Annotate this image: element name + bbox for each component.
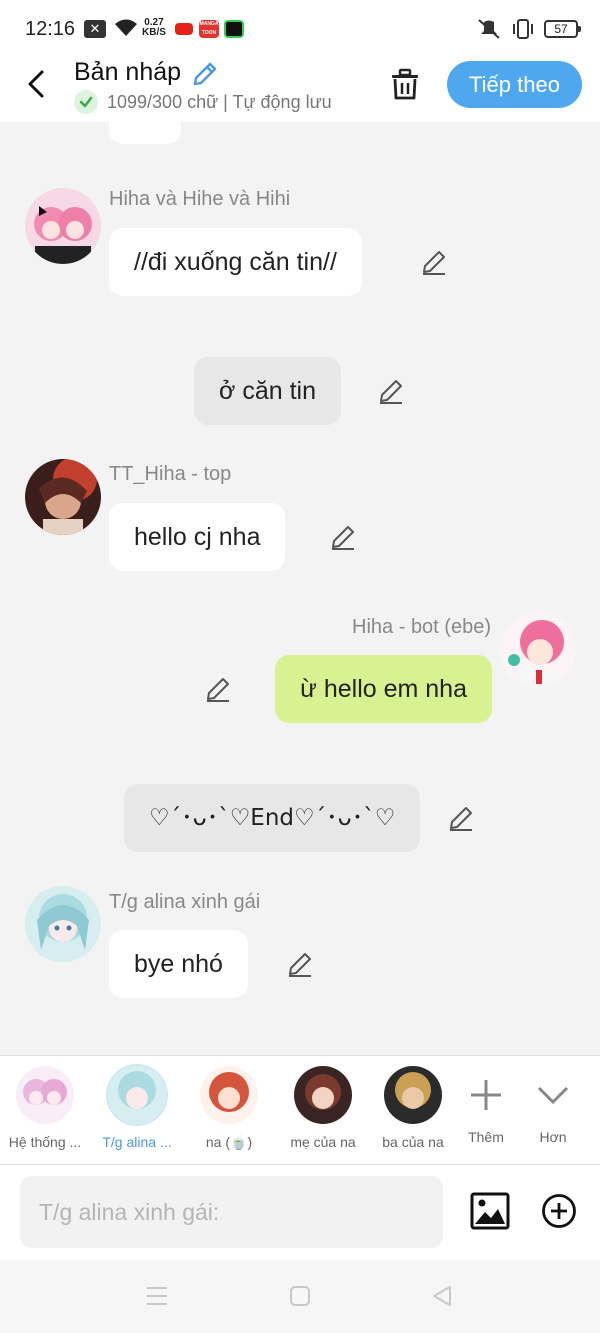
avatar-tt-hiha[interactable] — [25, 459, 101, 535]
more-characters-label: Hơn — [539, 1129, 567, 1145]
edit-pencil-icon[interactable] — [420, 248, 448, 276]
chevron-down-icon — [537, 1086, 569, 1105]
menu-icon[interactable] — [145, 1285, 169, 1307]
self-message-bubble[interactable]: ừ hello em nha — [275, 655, 492, 723]
character-na[interactable]: na (🍵) — [184, 1066, 274, 1151]
more-characters-button[interactable]: Hơn — [508, 1066, 598, 1145]
add-content-icon[interactable] — [541, 1193, 577, 1229]
edit-pencil-icon[interactable] — [447, 804, 475, 832]
next-button[interactable]: Tiếp theo — [447, 61, 582, 108]
message-bubble[interactable]: hello cj nha — [109, 503, 286, 571]
word-count-status: 1099/300 chữ | Tự động lưu — [107, 92, 332, 112]
back-nav-icon[interactable] — [430, 1284, 454, 1308]
chat-area[interactable]: Hiha và Hihe và Hihi //đi xuống căn tin/… — [0, 122, 600, 1055]
character-name: Hệ thống ... — [8, 1134, 82, 1150]
sender-name: TT_Hiha - top — [109, 463, 232, 485]
edit-title-pencil-icon[interactable] — [191, 60, 219, 88]
character-selector: Hệ thống ... T/g alina ... na (🍵) mẹ của… — [0, 1055, 600, 1165]
home-icon[interactable] — [289, 1285, 311, 1307]
character-name: T/g alina ... — [102, 1134, 172, 1150]
sender-name: T/g alina xinh gái — [109, 891, 261, 913]
page-title: Bản nháp — [74, 58, 182, 86]
character-system[interactable]: Hệ thống ... — [0, 1066, 90, 1150]
character-tg-alina[interactable]: T/g alina ... — [92, 1066, 182, 1150]
net-speed-unit: KB/S — [142, 27, 166, 38]
vibrate-icon — [513, 19, 533, 39]
mangatoon-icon: MANGA TOON — [199, 20, 219, 38]
message-bubble[interactable]: //đi xuống căn tin// — [109, 228, 362, 296]
character-name: ba của na — [382, 1134, 444, 1150]
youtube-icon — [174, 20, 194, 38]
edit-pencil-icon[interactable] — [204, 675, 232, 703]
message-bubble[interactable]: bye nhó — [109, 930, 248, 998]
notification-close-icon: ✕ — [84, 20, 106, 38]
character-avatar — [200, 1066, 258, 1124]
status-time: 12:16 — [25, 18, 76, 40]
narration-bubble[interactable]: ở căn tin — [194, 357, 341, 425]
back-arrow-icon[interactable] — [22, 66, 52, 102]
system-nav-bar — [0, 1260, 600, 1333]
image-icon[interactable] — [470, 1192, 510, 1230]
game-app-icon — [224, 20, 244, 38]
edit-pencil-icon[interactable] — [329, 523, 357, 551]
character-name: mẹ của na — [290, 1134, 356, 1150]
status-right: 57 — [476, 18, 581, 40]
edit-pencil-icon[interactable] — [377, 377, 405, 405]
composer — [0, 1165, 600, 1260]
plus-icon — [471, 1080, 501, 1110]
character-avatar — [384, 1066, 442, 1124]
avatar-hiha-bot[interactable] — [500, 612, 576, 688]
message-input[interactable] — [20, 1176, 443, 1248]
trash-icon[interactable] — [388, 66, 422, 102]
saved-check-icon — [74, 90, 98, 114]
avatar-tg-alina[interactable] — [25, 886, 101, 962]
avatar-hiha-hihe-hihi[interactable] — [25, 188, 101, 264]
character-avatar — [294, 1066, 352, 1124]
mute-icon — [478, 19, 500, 39]
partial-bubble — [109, 122, 181, 144]
battery-icon: 57 — [544, 20, 581, 38]
header: Bản nháp 1099/300 chữ | Tự động lưu Tiếp… — [0, 58, 600, 122]
character-na-mother[interactable]: mẹ của na — [278, 1066, 368, 1150]
narration-bubble[interactable]: ♡´･ᴗ･`♡End♡´･ᴗ･`♡ — [124, 784, 421, 852]
edit-pencil-icon[interactable] — [286, 950, 314, 978]
sender-name: Hiha - bot (ebe) — [352, 616, 491, 638]
character-name: na (🍵) — [205, 1134, 253, 1150]
net-speed: 0.27 KB/S — [142, 18, 166, 38]
character-avatar — [108, 1066, 166, 1124]
wifi-icon — [115, 19, 137, 36]
status-bar: 12:16 ✕ 0.27 KB/S MANGA TOON 57 — [0, 0, 600, 58]
character-avatar — [16, 1066, 74, 1124]
sender-name: Hiha và Hihe và Hihi — [109, 188, 291, 210]
